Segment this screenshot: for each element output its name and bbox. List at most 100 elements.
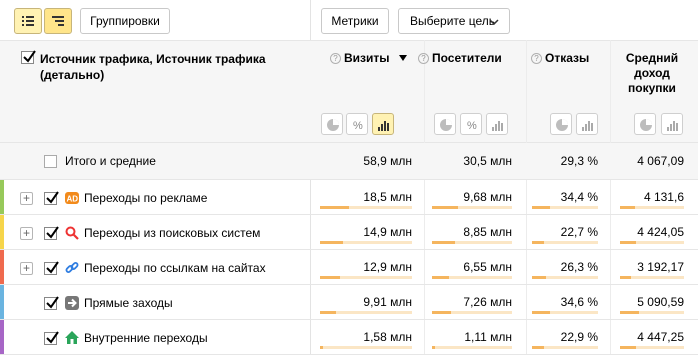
row-visits-bar-fill <box>320 206 349 209</box>
check-icon <box>23 50 36 63</box>
metrics-button[interactable]: Метрики <box>321 8 389 34</box>
totals-checkbox[interactable] <box>44 155 57 168</box>
pie-chart-icon <box>327 119 339 131</box>
row-visits-value: 9,91 млн <box>363 295 412 309</box>
row-visitors-bar <box>432 206 512 209</box>
table-row[interactable]: Прямые заходы 9,91 млн 7,26 млн 34,6 % 5 090… <box>0 285 698 320</box>
visits-column-header[interactable]: ? Визиты <box>330 51 407 65</box>
expand-icon[interactable]: + <box>20 227 33 240</box>
row-checkbox[interactable] <box>44 261 59 275</box>
tree-view-button[interactable] <box>44 8 72 34</box>
row-visitors-value: 1,11 млн <box>464 330 512 344</box>
row-visits-bar <box>320 276 412 279</box>
row-label[interactable]: Внутренние переходы <box>84 331 208 345</box>
row-checkbox[interactable] <box>44 226 59 240</box>
row-label[interactable]: Прямые заходы <box>84 296 173 310</box>
revenue-column-header[interactable]: Средний доход покупки <box>616 51 688 96</box>
visitors-percent-view-button[interactable]: % <box>460 113 482 135</box>
row-revenue-bar-fill <box>620 206 635 209</box>
visits-header-label: Визиты <box>344 51 390 65</box>
visits-percent-view-button[interactable]: % <box>346 113 368 135</box>
row-color-stripe <box>0 320 4 355</box>
bar-chart-icon <box>378 121 389 131</box>
row-revenue-value: 4 424,05 <box>637 225 684 239</box>
row-checkbox[interactable] <box>44 296 59 310</box>
row-checkbox[interactable] <box>44 191 59 205</box>
totals-visitors: 30,5 млн <box>463 154 512 168</box>
bar-chart-icon <box>667 121 678 131</box>
visitors-header-label: Посетители <box>432 51 502 65</box>
sort-desc-icon <box>398 55 407 61</box>
row-bounce-bar-fill <box>532 206 550 209</box>
bounce-bar-view-button[interactable] <box>576 113 598 135</box>
chevron-down-icon <box>489 19 499 25</box>
list-view-button[interactable] <box>14 8 42 34</box>
row-visitors-bar <box>432 276 512 279</box>
help-icon[interactable]: ? <box>330 53 341 64</box>
row-visitors-bar <box>432 311 512 314</box>
dimension-header[interactable]: Источник трафика, Источник трафика (дета… <box>40 51 290 83</box>
row-revenue-bar-fill <box>620 346 636 349</box>
visits-bar-view-button[interactable] <box>372 113 394 135</box>
row-visits-bar-fill <box>320 311 336 314</box>
bounce-column-header[interactable]: ? Отказы <box>531 51 589 65</box>
check-icon <box>46 261 59 274</box>
row-revenue-value: 5 090,59 <box>637 295 684 309</box>
revenue-bar-view-button[interactable] <box>661 113 683 135</box>
revenue-pie-view-button[interactable] <box>634 113 656 135</box>
groupings-button[interactable]: Группировки <box>80 8 170 34</box>
row-label[interactable]: Переходы по рекламе <box>84 191 207 205</box>
totals-bounce: 29,3 % <box>560 154 598 168</box>
table-row[interactable]: + AD Переходы по рекламе 18,5 млн 9,68 млн 34… <box>0 180 698 215</box>
expand-icon[interactable]: + <box>20 262 33 275</box>
row-bounce-bar-fill <box>532 346 544 349</box>
bounce-header-label: Отказы <box>545 51 590 65</box>
row-visits-bar-fill <box>320 241 343 244</box>
list-icon <box>22 16 34 26</box>
table-row[interactable]: Внутренние переходы 1,58 млн 1,11 млн 22,9 … <box>0 320 698 355</box>
table-row[interactable]: + Переходы по ссылкам на сайтах 12,9 млн 6,… <box>0 250 698 285</box>
row-bounce-value: 26,3 % <box>560 260 598 274</box>
totals-revenue: 4 067,09 <box>637 154 684 168</box>
row-revenue-value: 3 192,17 <box>637 260 684 274</box>
row-visits-value: 1,58 млн <box>363 330 412 344</box>
row-visitors-value: 7,26 млн <box>463 295 512 309</box>
row-visitors-bar-fill <box>432 311 451 314</box>
row-revenue-bar-fill <box>620 311 639 314</box>
row-revenue-bar-fill <box>620 241 636 244</box>
row-visitors-value: 9,68 млн <box>463 190 512 204</box>
row-revenue-bar <box>620 276 684 279</box>
row-bounce-value: 34,4 % <box>560 190 598 204</box>
row-visitors-bar <box>432 346 512 349</box>
row-revenue-bar <box>620 241 684 244</box>
totals-label: Итого и средние <box>65 154 156 168</box>
visitors-bar-view-button[interactable] <box>486 113 508 135</box>
visitors-column-header[interactable]: ? Посетители <box>418 51 502 65</box>
row-bounce-bar <box>532 241 598 244</box>
check-icon <box>46 226 59 239</box>
row-checkbox[interactable] <box>44 331 59 345</box>
goal-select[interactable]: Выберите цель <box>398 8 510 34</box>
row-label[interactable]: Переходы по ссылкам на сайтах <box>84 261 266 275</box>
row-visits-bar <box>320 311 412 314</box>
bounce-pie-view-button[interactable] <box>550 113 572 135</box>
dimension-checkbox[interactable] <box>21 50 36 64</box>
row-visits-value: 14,9 млн <box>363 225 412 239</box>
help-icon[interactable]: ? <box>531 53 542 64</box>
row-bounce-bar <box>532 311 598 314</box>
visits-pie-view-button[interactable] <box>321 113 343 135</box>
row-bounce-value: 34,6 % <box>560 295 598 309</box>
row-bounce-bar <box>532 346 598 349</box>
help-icon[interactable]: ? <box>418 53 429 64</box>
percent-icon: % <box>353 120 363 132</box>
totals-visits: 58,9 млн <box>363 154 412 168</box>
link-icon <box>65 261 79 275</box>
row-bounce-bar-fill <box>532 241 544 244</box>
row-label[interactable]: Переходы из поисковых систем <box>84 226 260 240</box>
row-bounce-bar-fill <box>532 311 550 314</box>
expand-icon[interactable]: + <box>20 192 33 205</box>
row-visitors-bar-fill <box>432 241 455 244</box>
visitors-pie-view-button[interactable] <box>434 113 456 135</box>
table-row[interactable]: + Переходы из поисковых систем 14,9 млн 8,8… <box>0 215 698 250</box>
row-visitors-bar-fill <box>432 346 435 349</box>
